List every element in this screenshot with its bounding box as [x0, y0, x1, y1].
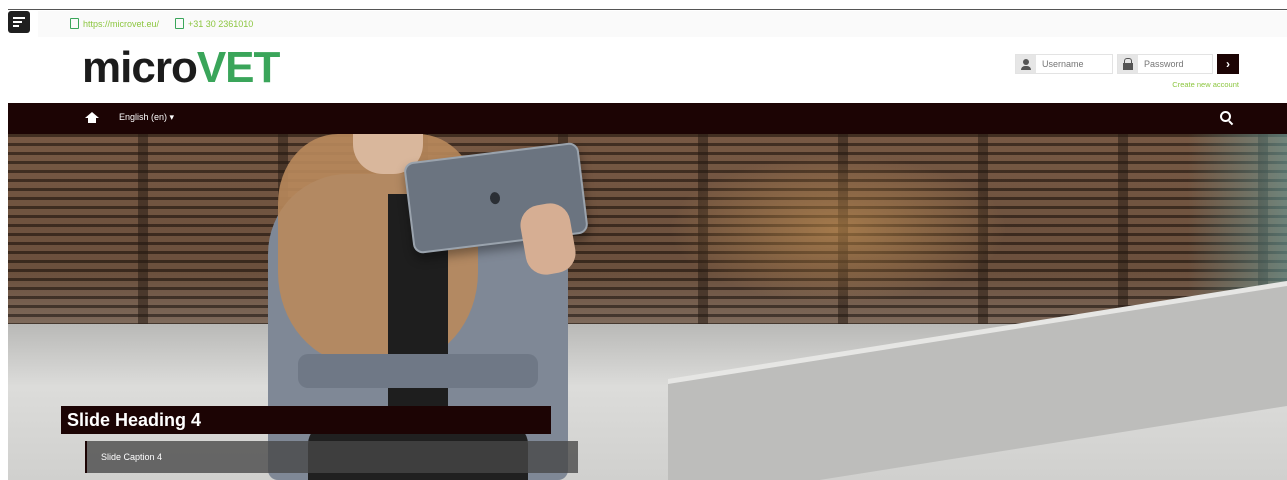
create-account-link[interactable]: Create new account — [1172, 80, 1239, 89]
contact-strip: https://microvet.eu/ +31 30 2361010 — [38, 11, 1287, 37]
home-icon[interactable] — [85, 112, 99, 123]
login-submit-button[interactable]: › — [1217, 54, 1239, 74]
slide-caption: Slide Caption 4 — [85, 441, 578, 473]
contact-url-text: https://microvet.eu/ — [83, 18, 160, 29]
logo-text-vet: VET — [196, 43, 281, 92]
contact-phone-link[interactable]: +31 30 2361010 — [175, 18, 253, 29]
page: https://microvet.eu/ +31 30 2361010 micr… — [0, 0, 1287, 480]
drawer-toggle-button[interactable] — [8, 11, 30, 33]
slide-heading: Slide Heading 4 — [61, 406, 551, 434]
top-divider — [8, 9, 1287, 10]
language-menu[interactable]: English (en) ▾ — [119, 112, 174, 123]
phone-icon — [175, 18, 184, 29]
search-icon[interactable] — [1220, 111, 1234, 125]
username-field[interactable] — [1015, 54, 1113, 74]
main-navbar: English (en) ▾ — [8, 103, 1287, 134]
user-icon — [1016, 55, 1036, 73]
contact-url-link[interactable]: https://microvet.eu/ — [70, 18, 159, 29]
lock-icon — [1118, 55, 1138, 73]
username-input[interactable] — [1036, 56, 1110, 72]
contact-phone-text: +31 30 2361010 — [188, 18, 254, 29]
logo-text-micro: micro — [82, 43, 198, 92]
bookmark-icon — [70, 18, 79, 29]
password-input[interactable] — [1138, 56, 1212, 72]
site-logo[interactable]: micro VET — [82, 43, 281, 92]
password-field[interactable] — [1117, 54, 1213, 74]
